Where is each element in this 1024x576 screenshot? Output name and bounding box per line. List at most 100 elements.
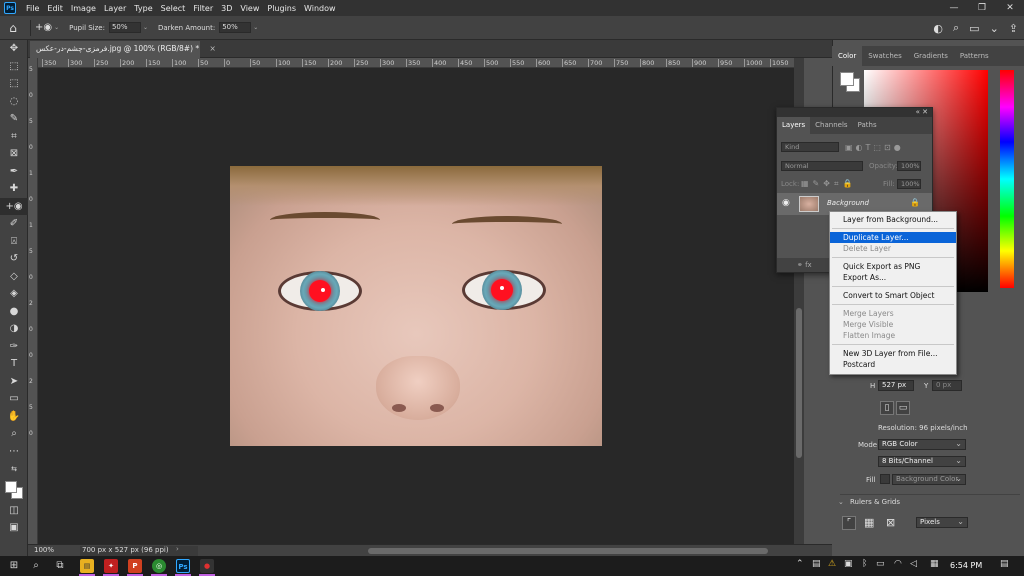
brush-tool-icon[interactable]: ✐: [0, 215, 28, 233]
vertical-ruler[interactable]: 5 0 5 0 1 0 1 5 0 2 0 0 2 5 0: [28, 58, 38, 544]
document-image[interactable]: [230, 166, 602, 446]
darken-amount-input[interactable]: 50%: [219, 22, 252, 33]
units-dropdown[interactable]: Pixels: [916, 517, 968, 528]
menu-filter[interactable]: Filter: [189, 4, 217, 13]
menu-layer[interactable]: Layer: [100, 4, 130, 13]
search-icon[interactable]: ⌕: [953, 21, 959, 35]
dodge-tool-icon[interactable]: ◑: [0, 320, 28, 338]
left-red-pupil[interactable]: [309, 280, 331, 302]
language-icon[interactable]: ▦: [930, 559, 939, 569]
context-menu-item[interactable]: Postcard: [830, 359, 956, 370]
tray-network-icon[interactable]: ▣: [844, 559, 853, 569]
section-chevron-icon[interactable]: ⌄: [838, 498, 844, 506]
hue-slider[interactable]: [1000, 70, 1014, 288]
context-menu-item[interactable]: Quick Export as PNG: [830, 261, 956, 272]
tray-chevron-icon[interactable]: ⌃: [796, 559, 804, 569]
clone-stamp-tool-icon[interactable]: ⍓: [0, 233, 28, 251]
crop-tool-icon[interactable]: ⌗: [0, 128, 28, 146]
status-chevron-icon[interactable]: ›: [176, 545, 179, 553]
darken-amount-chevron-icon[interactable]: ⌄: [253, 24, 258, 31]
tray-warning-icon[interactable]: ⚠: [828, 559, 836, 569]
quick-mask-icon[interactable]: ◫: [0, 502, 28, 520]
eraser-tool-icon[interactable]: ◇: [0, 268, 28, 286]
menu-file[interactable]: File: [22, 4, 43, 13]
panel-close-icon[interactable]: ✕: [922, 108, 928, 116]
tab-layers[interactable]: Layers: [777, 117, 811, 134]
workspace-icon[interactable]: ▭: [969, 22, 979, 35]
windows-start-icon[interactable]: ⊞: [4, 558, 24, 574]
tab-paths[interactable]: Paths: [853, 117, 882, 134]
grid-toggle-icon[interactable]: ▦: [864, 516, 874, 529]
history-brush-tool-icon[interactable]: ↺: [0, 250, 28, 268]
canvas-area[interactable]: [38, 68, 794, 544]
close-tab-icon[interactable]: ×: [210, 44, 216, 53]
foreground-background-swatch-icon[interactable]: [0, 478, 28, 502]
wifi-icon[interactable]: ◠: [894, 559, 902, 569]
bit-depth-dropdown[interactable]: 8 Bits/Channel: [878, 456, 966, 467]
fill-dropdown[interactable]: Background Color: [892, 474, 966, 485]
red-eye-tool-icon[interactable]: +◉: [35, 22, 52, 33]
menu-image[interactable]: Image: [67, 4, 100, 13]
visibility-eye-icon[interactable]: ◉: [782, 198, 790, 208]
notifications-icon[interactable]: ▤: [1000, 559, 1009, 569]
menu-view[interactable]: View: [236, 4, 263, 13]
spot-healing-tool-icon[interactable]: ✚: [0, 180, 28, 198]
zoom-tool-icon[interactable]: ⌕: [0, 425, 28, 443]
taskbar-clock[interactable]: 6:54 PM: [950, 561, 982, 570]
battery-icon[interactable]: ▭: [876, 559, 885, 569]
collapse-icon[interactable]: «: [916, 108, 920, 116]
height-input[interactable]: 527 px: [878, 380, 914, 391]
menu-type[interactable]: Type: [130, 4, 156, 13]
tray-app-icon[interactable]: ▤: [812, 559, 821, 569]
pen-tool-icon[interactable]: ✑: [0, 338, 28, 356]
context-menu-item[interactable]: Duplicate Layer...: [830, 232, 956, 243]
horizontal-scrollbar-thumb[interactable]: [368, 548, 768, 554]
volume-icon[interactable]: ◁: [910, 559, 917, 569]
restore-button[interactable]: ❐: [968, 0, 996, 16]
horizontal-ruler[interactable]: 350 300 250 200 150 100 50 0 50 100 150 200 250 300 35…: [38, 58, 794, 68]
landscape-orientation-icon[interactable]: ▭: [896, 401, 910, 415]
screen-mode-icon[interactable]: ▣: [0, 519, 28, 537]
document-dimensions[interactable]: 700 px x 527 px (96 ppi): [80, 546, 198, 556]
guides-toggle-icon[interactable]: ⊠: [886, 516, 895, 529]
menu-plugins[interactable]: Plugins: [263, 4, 300, 13]
home-icon[interactable]: ⌂: [0, 21, 26, 35]
artboard-tool-icon[interactable]: ⬚: [0, 58, 28, 76]
tab-channels[interactable]: Channels: [810, 117, 852, 134]
powerpoint-icon[interactable]: P: [128, 559, 142, 573]
bluetooth-icon[interactable]: ᛒ: [862, 559, 867, 569]
tab-swatches[interactable]: Swatches: [862, 46, 907, 66]
tab-color[interactable]: Color: [832, 46, 863, 66]
move-tool-icon[interactable]: ✥: [0, 40, 28, 58]
lock-icons[interactable]: ▦✎✥⌗🔒: [801, 179, 881, 189]
context-menu-item[interactable]: Layer from Background...: [830, 214, 956, 225]
rulers-toggle-icon[interactable]: ⌜: [842, 516, 856, 530]
document-tab[interactable]: فرمزی-چشم-در-عکس.jpg @ 100% (RGB/8#) * ×: [30, 41, 216, 58]
workspace-chevron-icon[interactable]: ⌄: [990, 22, 999, 35]
fill-input[interactable]: 100%: [897, 179, 921, 189]
tab-gradients[interactable]: Gradients: [908, 46, 954, 66]
red-eye-tool-icon-active[interactable]: +◉: [0, 197, 28, 215]
photoshop-taskbar-icon[interactable]: Ps: [176, 559, 190, 573]
close-button[interactable]: ✕: [996, 0, 1024, 16]
frame-tool-icon[interactable]: ⊠: [0, 145, 28, 163]
menu-edit[interactable]: Edit: [43, 4, 67, 13]
share-document-icon[interactable]: ⇪: [1009, 22, 1018, 35]
app-red-icon[interactable]: ✦: [104, 559, 118, 573]
share-icon[interactable]: ◐: [933, 22, 943, 35]
menu-3d[interactable]: 3D: [217, 4, 236, 13]
tool-preset-chevron-icon[interactable]: ⌄: [54, 24, 59, 31]
scrollbar-thumb[interactable]: [796, 308, 802, 458]
tab-patterns[interactable]: Patterns: [954, 46, 995, 66]
more-tools-icon[interactable]: ⋯: [0, 443, 28, 461]
context-menu-item[interactable]: Export As...: [830, 272, 956, 283]
y-input[interactable]: 0 px: [932, 380, 962, 391]
layer-filter-icons[interactable]: ▣◐T⬚⊡●: [845, 143, 929, 152]
mode-dropdown[interactable]: RGB Color: [878, 439, 966, 450]
fill-color-swatch[interactable]: [880, 474, 890, 484]
right-red-pupil[interactable]: [491, 279, 513, 301]
file-explorer-icon[interactable]: ▤: [80, 559, 94, 573]
pupil-size-chevron-icon[interactable]: ⌄: [143, 24, 148, 31]
type-tool-icon[interactable]: T: [0, 355, 28, 373]
eyedropper-tool-icon[interactable]: ✒: [0, 163, 28, 181]
